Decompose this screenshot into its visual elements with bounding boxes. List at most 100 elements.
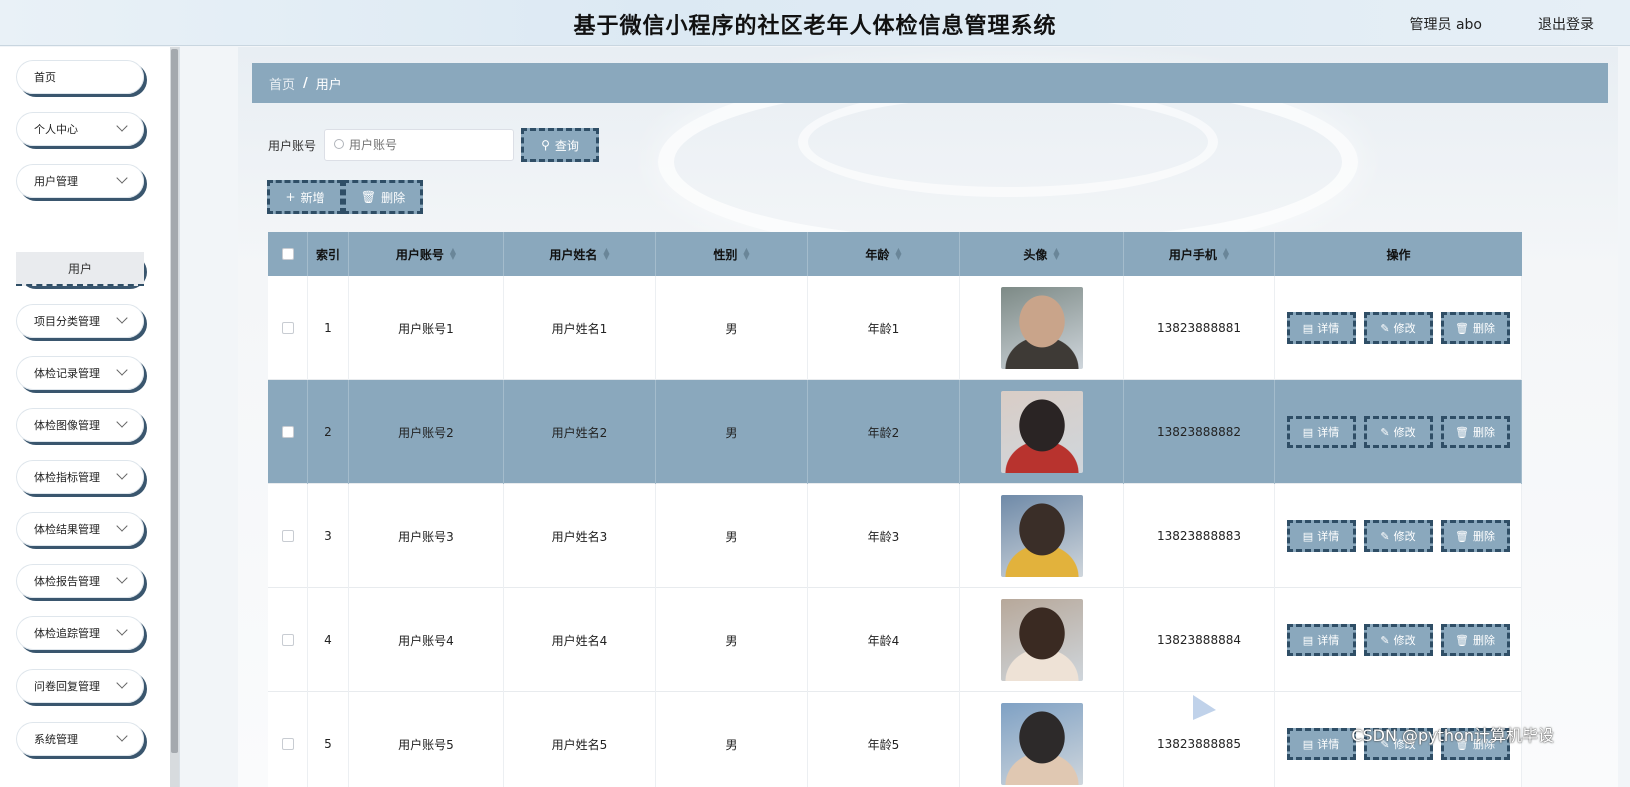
search-field[interactable] [324, 129, 514, 161]
cell-name: 用户姓名5 [504, 692, 656, 787]
delete-button[interactable]: 🗑 删除 [1440, 312, 1510, 344]
avatar[interactable] [1000, 391, 1083, 473]
column-avatar[interactable]: 头像 ▲ ▼ [960, 232, 1124, 276]
pencil-icon: ✎ [1380, 425, 1390, 439]
detail-button-label: 详情 [1317, 634, 1340, 647]
row-checkbox[interactable] [281, 322, 294, 334]
table-row[interactable]: 3 用户账号3 用户姓名3 男年龄3 13823888883 ▤ 详情 ✎ 修改 🗑 删除 [268, 484, 1522, 588]
cell-check [268, 588, 308, 692]
cell-phone: 13823888882 [1124, 380, 1275, 484]
column-name[interactable]: 用户姓名 ▲ ▼ [504, 232, 656, 276]
watermark-text: CSDN @python计算机毕设 [1351, 726, 1554, 745]
delete-button-label: 删除 [1472, 634, 1495, 647]
edit-button-label: 修改 [1393, 426, 1416, 439]
sidebar-item[interactable]: 体检结果管理 [16, 512, 144, 546]
chevron-down-icon [116, 520, 128, 532]
row-checkbox[interactable] [281, 530, 294, 542]
edit-button[interactable]: ✎ 修改 [1363, 312, 1433, 344]
edit-button[interactable]: ✎ 修改 [1363, 624, 1433, 656]
select-all-checkbox[interactable] [281, 248, 294, 260]
document-icon: ▤ [1302, 633, 1314, 647]
column-account[interactable]: 用户账号 ▲ ▼ [349, 232, 504, 276]
detail-button[interactable]: ▤ 详情 [1286, 624, 1356, 656]
row-checkbox[interactable] [281, 738, 294, 750]
avatar[interactable] [1000, 703, 1083, 785]
table-row[interactable]: 2 用户账号2 用户姓名2 男年龄2 13823888882 ▤ 详情 ✎ 修改 🗑 删除 [268, 380, 1522, 484]
sidebar-item[interactable]: 体检记录管理 [16, 356, 144, 390]
avatar[interactable] [1000, 599, 1083, 681]
sidebar-item[interactable]: 系统管理 [16, 722, 144, 756]
delete-button[interactable]: 🗑 删除 [1440, 416, 1510, 448]
detail-button[interactable]: ▤ 详情 [1286, 312, 1356, 344]
add-button[interactable]: + 新增 [267, 180, 343, 214]
avatar[interactable] [1000, 287, 1083, 369]
detail-button[interactable]: ▤ 详情 [1286, 728, 1356, 760]
edit-button[interactable]: ✎ 修改 [1363, 520, 1433, 552]
sidebar-item[interactable]: 体检指标管理 [16, 460, 144, 494]
search-icon: ⚲ [541, 138, 550, 152]
search-button[interactable]: ⚲ 查询 [521, 128, 599, 162]
trash-icon: 🗑 [1455, 425, 1469, 439]
main-content: 首页 / 用户 用户账号 ⚲ 查询 + 新增 🗑 删除 索引 用户账号 ▲▼ 用户… [238, 47, 1618, 787]
trash-icon: 🗑 [360, 190, 377, 204]
detail-button[interactable]: ▤ 详情 [1286, 416, 1356, 448]
detail-button-label: 详情 [1317, 530, 1340, 543]
detail-button-label: 详情 [1317, 738, 1340, 751]
row-checkbox[interactable] [281, 634, 294, 646]
sidebar-item[interactable]: 项目分类管理 [16, 304, 144, 338]
sort-icon[interactable]: ▲ ▼ [603, 247, 609, 261]
column-name-label: 用户姓名 [549, 247, 598, 262]
trash-icon: 🗑 [1455, 633, 1469, 647]
row-checkbox[interactable] [281, 426, 294, 438]
sidebar-item[interactable]: 首页 [16, 60, 144, 94]
sidebar-item-label: 体检结果管理 [34, 523, 100, 536]
cell-age: 年龄4 [808, 588, 960, 692]
column-operation: 操作 [1386, 247, 1411, 262]
sort-icon[interactable]: ▲ ▼ [1053, 247, 1059, 261]
delete-button[interactable]: 🗑 删除 [1440, 624, 1510, 656]
column-gender[interactable]: 性别 ▲ ▼ [656, 232, 808, 276]
sidebar-item[interactable]: 问卷回复管理 [16, 669, 144, 703]
sort-icon[interactable]: ▲ ▼ [743, 247, 749, 261]
cell-account: 用户账号4 [349, 588, 504, 692]
sort-icon[interactable]: ▲ ▼ [450, 247, 456, 261]
cell-index: 3 [308, 484, 349, 588]
plus-icon: + [285, 190, 296, 204]
cell-age: 年龄1 [808, 276, 960, 380]
breadcrumb-separator: / [303, 75, 308, 91]
user-table: 索引 用户账号 ▲ ▼ 用户姓名 ▲ ▼ 性别 ▲ ▼ 年龄 ▲ ▼ 头像 ▲ ▼ 用户手机 ▲ ▼ 操… [268, 232, 1522, 787]
edit-button[interactable]: ✎ 修改 [1363, 416, 1433, 448]
column-index: 索引 [308, 232, 349, 276]
sidebar-item[interactable]: 用户管理 [16, 164, 144, 198]
chevron-down-icon [116, 172, 128, 184]
sidebar-item[interactable]: 体检报告管理 [16, 564, 144, 598]
sidebar-subitem-user[interactable]: 用户 [16, 252, 144, 286]
sidebar-item[interactable]: 个人中心 [16, 112, 144, 146]
table-row[interactable]: 1 用户账号1 用户姓名1 男年龄1 13823888881 ▤ 详情 ✎ 修改 🗑 删除 [268, 276, 1522, 380]
table-row[interactable]: 5 用户账号5 用户姓名5 男年龄5 13823888885 ▤ 详情 ✎ 修改 🗑 删除 [268, 692, 1522, 787]
cell-avatar [960, 276, 1124, 380]
batch-delete-button[interactable]: 🗑 删除 [343, 180, 423, 214]
cell-phone: 13823888883 [1124, 484, 1275, 588]
sidebar-item[interactable]: 体检追踪管理 [16, 616, 144, 650]
background-decoration [798, 87, 1218, 197]
avatar[interactable] [1000, 495, 1083, 577]
cell-account: 用户账号3 [349, 484, 504, 588]
table-row[interactable]: 4 用户账号4 用户姓名4 男年龄4 13823888884 ▤ 详情 ✎ 修改 🗑 删除 [268, 588, 1522, 692]
column-phone[interactable]: 用户手机 ▲ ▼ [1124, 232, 1275, 276]
sidebar-item-label: 问卷回复管理 [34, 680, 100, 693]
breadcrumb-home[interactable]: 首页 [269, 74, 295, 93]
sidebar-item-label: 体检追踪管理 [34, 627, 100, 640]
cell-gender: 男 [656, 276, 808, 380]
detail-button[interactable]: ▤ 详情 [1286, 520, 1356, 552]
search-input[interactable] [349, 135, 509, 155]
sidebar-item[interactable]: 体检图像管理 [16, 408, 144, 442]
logout-link[interactable]: 退出登录 [1538, 14, 1594, 34]
column-age[interactable]: 年龄 ▲ ▼ [808, 232, 960, 276]
sidebar-scroll-thumb[interactable] [171, 49, 178, 753]
sort-icon[interactable]: ▲ ▼ [895, 247, 901, 261]
delete-button[interactable]: 🗑 删除 [1440, 520, 1510, 552]
sort-icon[interactable]: ▲ ▼ [1223, 247, 1229, 261]
cell-avatar [960, 484, 1124, 588]
sidebar-item-label: 个人中心 [34, 123, 78, 136]
